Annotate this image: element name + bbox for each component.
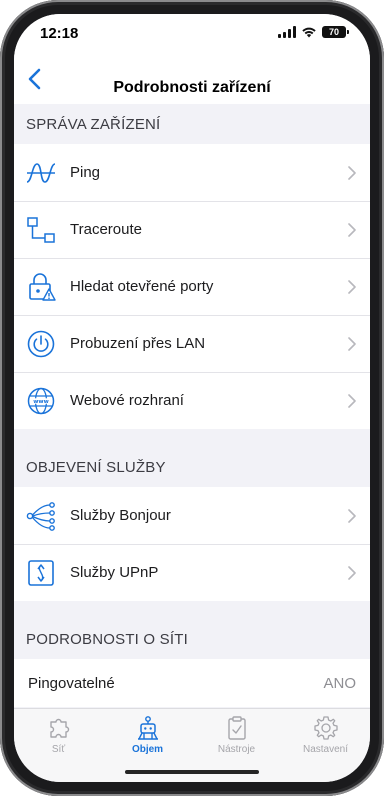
tab-label: Nastavení xyxy=(302,744,349,755)
upnp-icon xyxy=(26,558,56,588)
tab-settings[interactable]: Nastavení xyxy=(281,709,370,782)
wifi-icon xyxy=(302,27,316,38)
content: SPRÁVA ZAŘÍZENÍ Ping Traceroute Hledat o… xyxy=(14,104,370,707)
svg-text:www: www xyxy=(33,399,49,405)
page-title: Podrobnosti zařízení xyxy=(113,79,271,96)
power-icon xyxy=(26,329,56,359)
list-item-ping[interactable]: Ping xyxy=(14,144,370,201)
screen: 12:18 70 Podrobnosti zařízení SPRÁVA ZAŘ… xyxy=(14,14,370,782)
phone-frame: 12:18 70 Podrobnosti zařízení SPRÁVA ZAŘ… xyxy=(0,0,384,796)
section-header-network-details: PODROBNOSTI O SÍTI xyxy=(14,619,370,659)
tab-label: Síť xyxy=(51,744,66,755)
port-lock-warning-icon xyxy=(26,272,56,302)
clipboard-icon xyxy=(227,716,246,740)
volume-robot-icon xyxy=(137,716,158,740)
traceroute-icon xyxy=(26,215,56,245)
list-item-label: Služby UPnP xyxy=(70,564,159,581)
chevron-right-icon xyxy=(348,565,356,580)
chevron-right-icon xyxy=(348,222,356,237)
chevron-right-icon xyxy=(348,279,356,294)
list-item-traceroute[interactable]: Traceroute xyxy=(14,201,370,258)
home-indicator xyxy=(125,770,259,774)
status-icons: 70 xyxy=(278,26,349,38)
battery-indicator: 70 xyxy=(322,26,349,38)
list-item-label: Traceroute xyxy=(70,221,142,238)
gear-icon xyxy=(313,716,338,740)
chevron-right-icon xyxy=(348,393,356,408)
detail-row-pingable: Pingovatelné ANO xyxy=(14,659,370,707)
list-item-port-scan[interactable]: Hledat otevřené porty xyxy=(14,258,370,315)
device-management-list: Ping Traceroute Hledat otevřené porty Pr… xyxy=(14,144,370,429)
list-item-wake-on-lan[interactable]: Probuzení přes LAN xyxy=(14,315,370,372)
section-spacer xyxy=(14,429,370,447)
tab-label: Objem xyxy=(131,744,164,755)
chevron-right-icon xyxy=(348,336,356,351)
list-item-label: Probuzení přes LAN xyxy=(70,335,206,352)
detail-label: Pingovatelné xyxy=(28,674,115,692)
list-item-label: Hledat otevřené porty xyxy=(70,278,214,295)
detail-value: ANO xyxy=(323,674,356,692)
list-item-web-interface[interactable]: www Webové rozhraní xyxy=(14,372,370,429)
ping-wave-icon xyxy=(26,158,56,188)
chevron-right-icon xyxy=(348,165,356,180)
bonjour-icon xyxy=(26,501,56,531)
list-item-bonjour[interactable]: Služby Bonjour xyxy=(14,487,370,544)
tab-label: Nástroje xyxy=(217,744,256,755)
chevron-right-icon xyxy=(348,508,356,523)
www-globe-icon: www xyxy=(26,386,56,416)
list-item-label: Služby Bonjour xyxy=(70,507,171,524)
section-header-service-discovery: OBJEVENÍ SLUŽBY xyxy=(14,447,370,487)
status-time: 12:18 xyxy=(40,25,79,42)
navigation-bar: Podrobnosti zařízení xyxy=(14,54,370,104)
tab-network[interactable]: Síť xyxy=(14,709,103,782)
list-item-upnp[interactable]: Služby UPnP xyxy=(14,544,370,601)
section-spacer xyxy=(14,601,370,619)
list-item-label: Webové rozhraní xyxy=(70,392,184,409)
section-header-device-management: SPRÁVA ZAŘÍZENÍ xyxy=(14,104,370,144)
cellular-signal-icon xyxy=(278,26,296,38)
service-discovery-list: Služby Bonjour Služby UPnP xyxy=(14,487,370,601)
list-item-label: Ping xyxy=(70,164,101,181)
status-bar: 12:18 70 xyxy=(14,14,370,54)
network-puzzle-icon xyxy=(49,718,69,738)
